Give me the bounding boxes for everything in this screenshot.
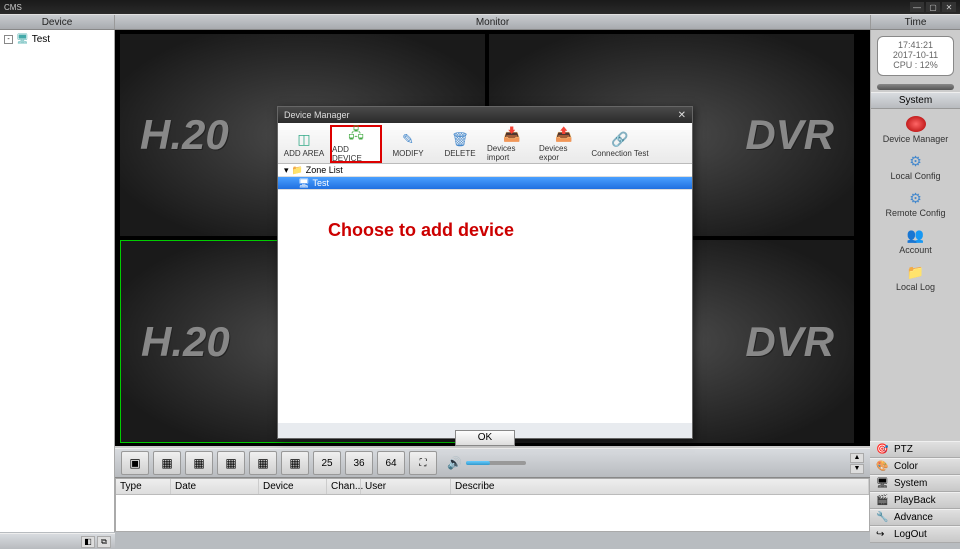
advance-icon: 🔧 xyxy=(876,512,890,524)
status-bar: ◧ ⧉ xyxy=(0,533,115,549)
col-channel[interactable]: Chan... xyxy=(327,479,361,494)
device-icon: 🖥 xyxy=(16,34,29,45)
import-icon: 📥 xyxy=(501,126,523,143)
delete-button[interactable]: 🗑DELETE xyxy=(434,125,486,163)
fullscreen-button[interactable]: ⛶ xyxy=(409,451,437,475)
right-bottom-menu: 🎯PTZ 🎨Color 🖥System 🎬PlayBack 🔧Advance ↪… xyxy=(870,441,960,543)
folder-icon: 📁 xyxy=(292,165,303,176)
maximize-button[interactable]: ▢ xyxy=(926,2,940,12)
dialog-body: Choose to add device xyxy=(278,190,692,423)
system-remote-config[interactable]: ⚙Remote Config xyxy=(871,187,960,224)
header-monitor: Monitor xyxy=(115,15,870,29)
menu-ptz[interactable]: 🎯PTZ xyxy=(870,441,960,458)
clock-time: 17:41:21 xyxy=(881,40,950,50)
system-local-log[interactable]: 📁Local Log xyxy=(871,261,960,298)
close-button[interactable]: ✕ xyxy=(942,2,956,12)
col-date[interactable]: Date xyxy=(171,479,259,494)
clock-cpu: CPU : 12% xyxy=(881,60,950,70)
dialog-close-button[interactable]: ✕ xyxy=(678,110,686,121)
expand-icon[interactable]: ▾ xyxy=(284,165,289,176)
status-icon-2[interactable]: ⧉ xyxy=(97,536,111,548)
header-time: Time xyxy=(870,15,960,29)
expand-icon[interactable]: - xyxy=(4,35,13,44)
layout-toolbar: ▣ ▦ ▦ ▦ ▦ ▦ 25 36 64 ⛶ 🔊 ▲ ▼ xyxy=(115,448,870,478)
expand-up-button[interactable]: ▲ xyxy=(850,453,864,463)
menu-system[interactable]: 🖥System xyxy=(870,475,960,492)
local-config-icon: ⚙ xyxy=(906,153,926,169)
export-icon: 📤 xyxy=(553,126,575,143)
layout-25-button[interactable]: 25 xyxy=(313,451,341,475)
system-header: System xyxy=(871,92,960,109)
menu-color[interactable]: 🎨Color xyxy=(870,458,960,475)
system-account[interactable]: 👥Account xyxy=(871,224,960,261)
logout-icon: ↪ xyxy=(876,529,890,541)
remote-config-icon: ⚙ xyxy=(906,190,926,206)
connection-icon: 🔗 xyxy=(609,130,631,148)
header-bar: Device Monitor Time xyxy=(0,14,960,30)
ok-button[interactable]: OK xyxy=(455,430,515,446)
layout-1-button[interactable]: ▣ xyxy=(121,451,149,475)
layout-9-button[interactable]: ▦ xyxy=(217,451,245,475)
system-icon: 🖥 xyxy=(876,478,890,490)
device-manager-icon xyxy=(906,116,926,132)
table-header: Type Date Device Chan... User Describe xyxy=(116,479,869,495)
layout-8-button[interactable]: ▦ xyxy=(185,451,213,475)
status-icon-1[interactable]: ◧ xyxy=(81,536,95,548)
minimize-button[interactable]: — xyxy=(910,2,924,12)
connection-test-button[interactable]: 🔗Connection Test xyxy=(590,125,650,163)
system-device-manager[interactable]: Device Manager xyxy=(871,113,960,150)
dialog-footer: OK xyxy=(278,423,692,452)
volume-slider[interactable] xyxy=(466,461,526,465)
add-device-button[interactable]: 🖧ADD DEVICE xyxy=(330,125,382,163)
add-area-button[interactable]: ◫ADD AREA xyxy=(278,125,330,163)
account-icon: 👥 xyxy=(906,227,926,243)
add-device-icon: 🖧 xyxy=(345,126,367,144)
zone-list-root[interactable]: ▾ 📁 Zone List xyxy=(278,164,692,177)
clock-box: 17:41:21 2017-10-11 CPU : 12% xyxy=(877,36,954,76)
devices-import-button[interactable]: 📥Devices import xyxy=(486,125,538,163)
layout-36-button[interactable]: 36 xyxy=(345,451,373,475)
layout-4-button[interactable]: ▦ xyxy=(153,451,181,475)
layout-more-button[interactable]: ▦ xyxy=(281,451,309,475)
titlebar: CMS — ▢ ✕ xyxy=(0,0,960,14)
devices-export-button[interactable]: 📤Devices expor xyxy=(538,125,590,163)
device-manager-dialog: Device Manager ✕ ◫ADD AREA 🖧ADD DEVICE ✎… xyxy=(277,106,693,439)
dialog-hint-text: Choose to add device xyxy=(328,220,514,241)
dialog-toolbar: ◫ADD AREA 🖧ADD DEVICE ✎MODIFY 🗑DELETE 📥D… xyxy=(278,123,692,164)
tree-root-item[interactable]: - 🖥 Test xyxy=(3,33,111,46)
tree-root-label: Test xyxy=(32,34,50,45)
delete-icon: 🗑 xyxy=(449,130,471,148)
app-title: CMS xyxy=(4,3,22,12)
device-tree-panel: - 🖥 Test xyxy=(0,30,115,532)
col-device[interactable]: Device xyxy=(259,479,327,494)
separator xyxy=(877,84,954,90)
ptz-icon: 🎯 xyxy=(876,444,890,456)
col-user[interactable]: User xyxy=(361,479,451,494)
log-table: Type Date Device Chan... User Describe xyxy=(115,478,870,532)
layout-64-button[interactable]: 64 xyxy=(377,451,405,475)
color-icon: 🎨 xyxy=(876,461,890,473)
volume-icon: 🔊 xyxy=(447,456,462,470)
menu-logout[interactable]: ↪LogOut xyxy=(870,526,960,543)
local-log-icon: 📁 xyxy=(906,264,926,280)
add-area-icon: ◫ xyxy=(293,130,315,148)
modify-button[interactable]: ✎MODIFY xyxy=(382,125,434,163)
dialog-titlebar[interactable]: Device Manager ✕ xyxy=(278,107,692,123)
playback-icon: 🎬 xyxy=(876,495,890,507)
clock-date: 2017-10-11 xyxy=(881,50,950,60)
modify-icon: ✎ xyxy=(397,130,419,148)
expand-down-button[interactable]: ▼ xyxy=(850,464,864,474)
menu-advance[interactable]: 🔧Advance xyxy=(870,509,960,526)
col-describe[interactable]: Describe xyxy=(451,479,869,494)
dialog-title: Device Manager xyxy=(284,110,350,120)
col-type[interactable]: Type xyxy=(116,479,171,494)
zone-item-icon: 🖥 xyxy=(298,178,309,189)
menu-playback[interactable]: 🎬PlayBack xyxy=(870,492,960,509)
zone-item-test[interactable]: 🖥 Test xyxy=(278,177,692,190)
header-device: Device xyxy=(0,15,115,29)
layout-16-button[interactable]: ▦ xyxy=(249,451,277,475)
system-local-config[interactable]: ⚙Local Config xyxy=(871,150,960,187)
